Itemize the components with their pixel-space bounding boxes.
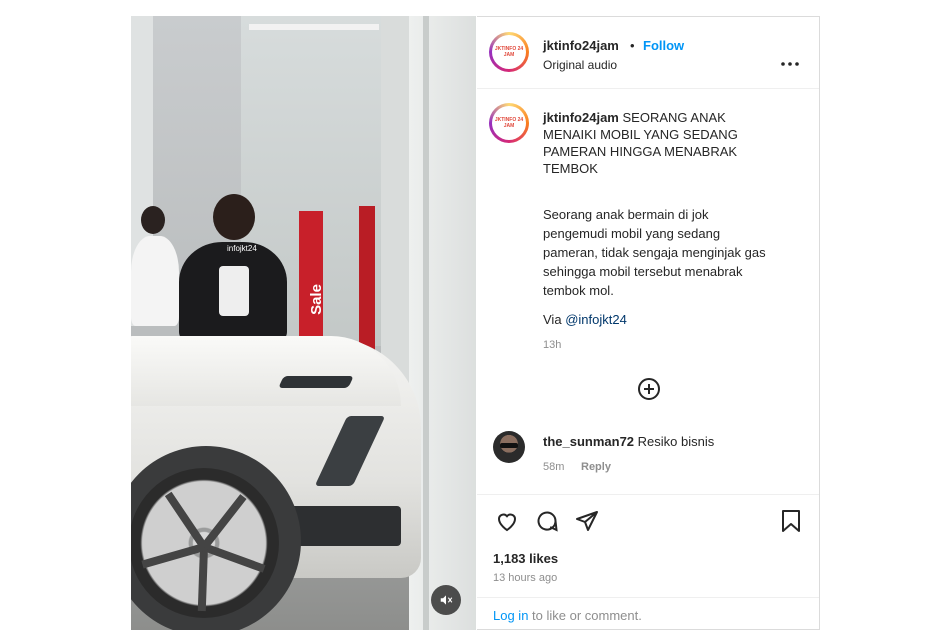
- bookmark-icon[interactable]: [780, 509, 802, 538]
- plus-circle-icon[interactable]: [637, 377, 661, 406]
- header-divider: [477, 88, 819, 89]
- sale-banner: Sale: [299, 211, 325, 351]
- caption-body-line: pameran, tidak sengaja menginjak gas: [543, 245, 766, 260]
- comment-text: the_sunman72 Resiko bisnis: [543, 433, 714, 450]
- send-icon[interactable]: [575, 509, 599, 538]
- comment-username[interactable]: the_sunman72: [543, 434, 634, 449]
- caption-via: Via @infojkt24: [543, 311, 627, 328]
- video-watermark: infojkt24: [227, 244, 257, 253]
- login-link[interactable]: Log in: [493, 608, 528, 623]
- caption-body-line: tembok mol.: [543, 283, 614, 298]
- bookmark-glyph: [782, 510, 800, 532]
- post-detail-panel: JKTINFO 24 JAM jktinfo24jam • Follow Ori…: [477, 16, 820, 630]
- car-hood: [131, 336, 401, 406]
- author-username[interactable]: jktinfo24jam: [543, 37, 619, 54]
- caption-avatar[interactable]: JKTINFO 24 JAM: [489, 103, 529, 143]
- person-man-head: [213, 194, 255, 240]
- caption-body-line: sehingga mobil tersebut menabrak: [543, 264, 743, 279]
- heart-icon[interactable]: [495, 509, 519, 538]
- post-timestamp[interactable]: 13 hours ago: [493, 570, 557, 587]
- likes-count[interactable]: 1,183 likes: [493, 550, 558, 567]
- plus-circle-glyph: [638, 378, 660, 400]
- dot-separator: •: [630, 38, 635, 53]
- comment-icon[interactable]: [535, 509, 559, 538]
- caption-body-line: pengemudi mobil yang sedang: [543, 226, 721, 241]
- comment-glyph: [537, 511, 558, 532]
- audio-label[interactable]: Original audio: [543, 57, 617, 74]
- follow-button[interactable]: Follow: [643, 37, 684, 54]
- caption-username[interactable]: jktinfo24jam: [543, 110, 619, 125]
- person-left: [131, 236, 179, 326]
- caption-title-line: PAMERAN HINGGA MENABRAK: [543, 144, 738, 159]
- more-horizontal-icon[interactable]: [781, 53, 799, 71]
- caption-time: 13h: [543, 339, 562, 351]
- mention-link[interactable]: @infojkt24: [565, 312, 627, 327]
- more-dots: [781, 62, 799, 66]
- login-prompt: Log in to like or comment.: [493, 607, 642, 624]
- wall-panel: [381, 16, 409, 396]
- person-left-head: [141, 206, 165, 234]
- caption-body: Seorang anak bermain di jok pengemudi mo…: [543, 205, 813, 300]
- author-avatar[interactable]: JKTINFO 24 JAM: [489, 32, 529, 72]
- shop-sign: [249, 24, 379, 30]
- login-rest-text: to like or comment.: [532, 608, 642, 623]
- caption-title-line: MENAIKI MOBIL YANG SEDANG: [543, 127, 738, 142]
- comment-body: Resiko bisnis: [637, 434, 715, 449]
- post-video[interactable]: Sale infojkt24: [131, 16, 476, 630]
- via-label: Via: [543, 312, 562, 327]
- caption-title-line: SEORANG ANAK: [622, 110, 726, 125]
- caption-title-line: TEMBOK: [543, 161, 598, 176]
- sunglasses: [500, 443, 518, 448]
- caption-body-line: Seorang anak bermain di jok: [543, 207, 709, 222]
- actions-divider: [477, 494, 819, 495]
- send-glyph: [576, 511, 598, 531]
- sale-banner-2: [359, 206, 375, 356]
- wall-edge: [423, 16, 429, 630]
- car-headlight: [278, 376, 354, 388]
- comment-time: 58m: [543, 461, 565, 473]
- commenter-avatar[interactable]: [493, 431, 525, 463]
- heart-glyph: [497, 513, 517, 532]
- footer-divider: [477, 597, 819, 598]
- speaker-muted-glyph: [440, 595, 453, 605]
- speaker-muted-icon[interactable]: [431, 585, 461, 615]
- reply-button[interactable]: Reply: [581, 459, 611, 476]
- caption-title: jktinfo24jam SEORANG ANAK MENAIKI MOBIL …: [543, 109, 808, 177]
- shirt-print: [219, 266, 249, 316]
